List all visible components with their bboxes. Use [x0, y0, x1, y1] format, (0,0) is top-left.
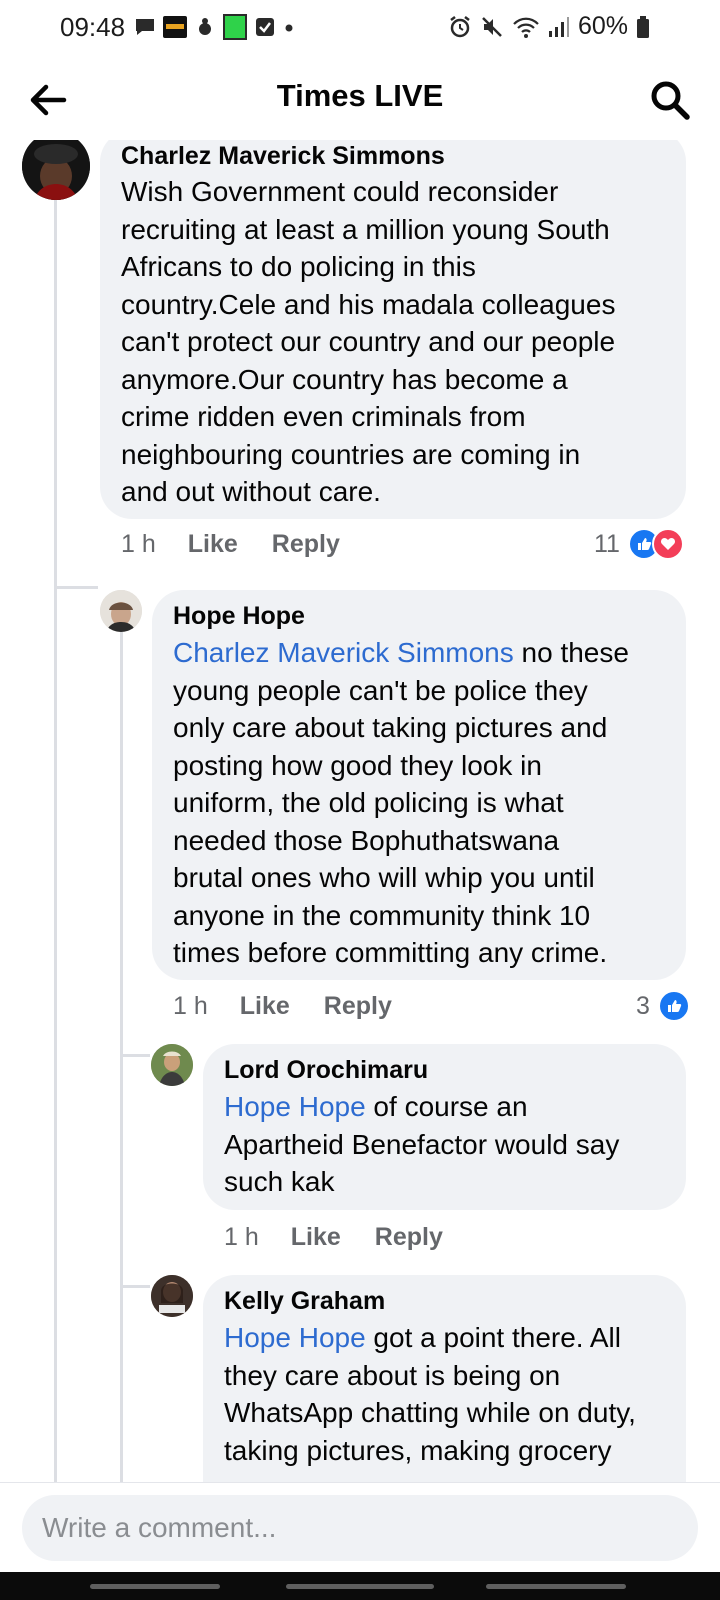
battery-percent: 60%: [577, 12, 628, 40]
comment-line: Wish Government could reconsider: [121, 176, 559, 207]
avatar-image: [151, 1044, 193, 1086]
comment-line: Hope Hope got a point there. All: [224, 1319, 682, 1357]
comment-text: Charlez Maverick Simmons no these young …: [173, 634, 681, 972]
mention-link[interactable]: Hope Hope: [224, 1322, 366, 1353]
nav-home-button[interactable]: [286, 1584, 434, 1589]
comment-input-placeholder: Write a comment...: [42, 1512, 277, 1543]
system-navigation-bar: [0, 1572, 720, 1600]
alarm-icon: [450, 15, 470, 37]
battery-app-icon: [223, 14, 247, 40]
message-icon: [136, 19, 154, 35]
comment-line-rest: got a point there. All: [365, 1322, 621, 1353]
thread-line: [120, 1285, 150, 1288]
comment-line: they care about is being on: [224, 1359, 561, 1391]
reaction-count: 3: [636, 991, 650, 1020]
comment-line: Charlez Maverick Simmons no these: [173, 634, 681, 672]
comment-line: country.Cele and his madala colleagues: [121, 288, 616, 320]
comment-line: only care about taking pictures and: [173, 712, 608, 743]
battery-icon: [637, 15, 649, 38]
comment-actions: 1 h Like Reply: [173, 992, 392, 1021]
reply-button[interactable]: Reply: [324, 992, 392, 1021]
love-reaction-icon: [651, 528, 684, 560]
notification-icons: [134, 14, 295, 40]
avatar[interactable]: [151, 1275, 193, 1317]
reply-button[interactable]: Reply: [375, 1223, 443, 1252]
nav-recents-button[interactable]: [90, 1584, 220, 1589]
search-icon[interactable]: [648, 78, 692, 122]
comment-line: Apartheid Benefactor would say: [224, 1128, 620, 1160]
comment-line: taking pictures, making grocery: [224, 1434, 612, 1466]
avatar[interactable]: [22, 140, 90, 200]
comment-line: recruiting at least a million young Sout…: [121, 213, 610, 245]
comment-author[interactable]: Kelly Graham: [224, 1287, 385, 1316]
comment-text: Wish Government could reconsider recruit…: [121, 173, 681, 511]
page-title: Times LIVE: [276, 78, 444, 113]
reaction-summary[interactable]: 11: [594, 528, 684, 560]
comment-text: Hope Hope of course an Apartheid Benefac…: [224, 1088, 682, 1201]
avatar-image: [151, 1275, 193, 1317]
avatar-image: [22, 140, 90, 200]
comment-line: Africans to do policing in this: [121, 251, 476, 282]
comment-author[interactable]: Lord Orochimaru: [224, 1056, 428, 1085]
like-button[interactable]: Like: [240, 992, 290, 1021]
comment-line: anyone in the community think 10: [173, 899, 591, 931]
comment-time: 1 h: [173, 992, 208, 1020]
mute-icon: [482, 16, 502, 37]
dot-icon: [285, 24, 293, 32]
comment-line: young people can't be police they: [173, 674, 588, 706]
comment-author[interactable]: Charlez Maverick Simmons: [121, 142, 445, 171]
checkbox-icon: [256, 18, 274, 36]
thread-line: [120, 1054, 150, 1057]
steam-icon: [199, 18, 211, 35]
signal-icon: [548, 16, 569, 37]
comment-time: 1 h: [121, 530, 156, 558]
comment-input[interactable]: Write a comment...: [22, 1495, 698, 1561]
comment-actions: 1 h Like Reply: [121, 530, 340, 559]
comment-text: Hope Hope got a point there. All they ca…: [224, 1319, 682, 1469]
reply-button[interactable]: Reply: [272, 530, 340, 559]
comment-line: brutal ones who will whip you until: [173, 862, 595, 893]
reaction-count: 11: [594, 529, 620, 558]
like-button[interactable]: Like: [188, 530, 238, 559]
reaction-summary[interactable]: 3: [636, 990, 690, 1022]
comment-line: anymore.Our country has become a: [121, 363, 568, 395]
avatar[interactable]: [151, 1044, 193, 1086]
nav-back-button[interactable]: [486, 1584, 626, 1589]
comment-line: WhatsApp chatting while on duty,: [224, 1397, 636, 1428]
comment-time: 1 h: [224, 1223, 259, 1251]
comment-composer-bar: Write a comment...: [0, 1482, 720, 1573]
thread-line: [120, 632, 123, 1482]
comment-line: times before committing any crime.: [173, 937, 608, 968]
mention-link[interactable]: Hope Hope: [224, 1091, 366, 1122]
thread-line: [54, 586, 98, 589]
comment-line: needed those Bophuthatswana: [173, 824, 560, 856]
status-time: 09:48: [60, 12, 126, 42]
comment-line: such kak: [224, 1166, 335, 1197]
comment-line: uniform, the old policing is what: [173, 787, 564, 818]
app-thumbnail-icon: [163, 16, 187, 38]
like-reaction-icon: [657, 990, 690, 1022]
comment-line: can't protect our country and our people: [121, 326, 616, 357]
wifi-icon: [513, 17, 539, 38]
comment-actions: 1 h Like Reply: [224, 1223, 443, 1252]
like-button[interactable]: Like: [291, 1223, 341, 1252]
comment-line: and out without care.: [121, 476, 381, 507]
comment-line-rest: of course an: [365, 1091, 528, 1122]
avatar[interactable]: [100, 590, 142, 632]
avatar-image: [100, 590, 142, 632]
thread-line: [54, 200, 57, 1482]
status-bar: 09:48 60%: [0, 0, 720, 56]
system-indicators: 60%: [448, 12, 650, 41]
comment-thread[interactable]: Charlez Maverick Simmons Wish Government…: [0, 140, 720, 1482]
comment-line: Hope Hope of course an: [224, 1088, 682, 1126]
mention-link[interactable]: Charlez Maverick Simmons: [173, 637, 514, 668]
comment-line: neighbouring countries are coming in: [121, 438, 581, 470]
app-header: Times LIVE: [0, 56, 720, 140]
comment-line: crime ridden even criminals from: [121, 401, 526, 432]
comment-author[interactable]: Hope Hope: [173, 602, 305, 631]
comment-line: posting how good they look in: [173, 749, 542, 781]
comment-line-rest: no these: [513, 637, 629, 668]
